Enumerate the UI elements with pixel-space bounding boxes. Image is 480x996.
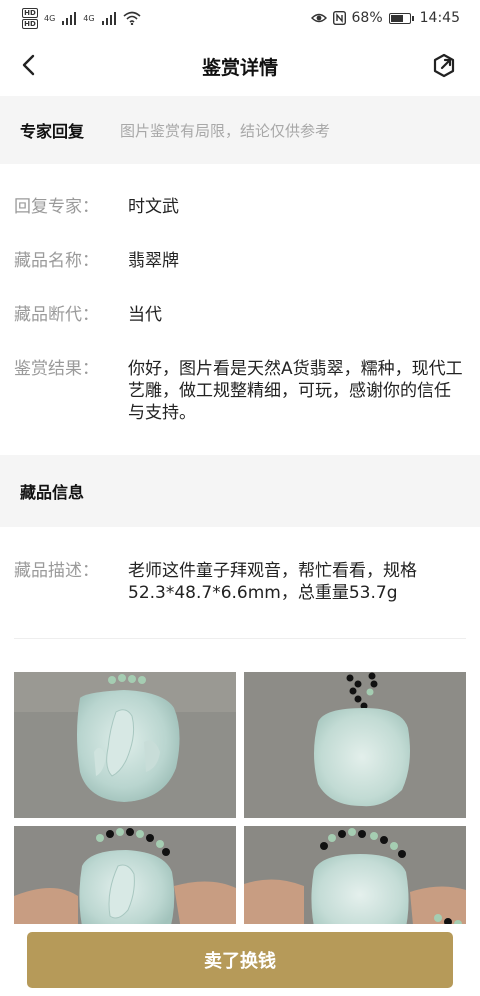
- jade-back-photo[interactable]: [244, 672, 466, 818]
- eye-icon: [310, 13, 327, 23]
- back-button[interactable]: [14, 50, 44, 80]
- jade-front-photo[interactable]: [14, 672, 236, 818]
- item-info-header: 藏品信息: [0, 455, 480, 527]
- network-type-2: 4G: [83, 13, 95, 23]
- jade-back-hand-photo[interactable]: [244, 826, 466, 936]
- bottom-action-bar: 卖了换钱: [0, 924, 480, 996]
- item-name-value: 翡翠牌: [128, 251, 179, 271]
- share-button[interactable]: [430, 52, 458, 80]
- disclaimer-note: 图片鉴赏有局限，结论仅供参考: [120, 121, 331, 140]
- result-label: 鉴赏结果：: [14, 359, 99, 379]
- description-value: 老师这件童子拜观音，帮忙看看，规格52.3*48.7*6.6mm，总重量53.7…: [128, 561, 417, 603]
- hd-badge-2: HD: [22, 18, 38, 29]
- jade-front-hand-photo[interactable]: [14, 826, 236, 936]
- battery-icon: [388, 12, 414, 24]
- nav-bar: 鉴赏详情: [0, 36, 480, 96]
- description-label: 藏品描述：: [14, 561, 99, 581]
- battery-percent: 68%: [351, 10, 383, 26]
- status-bar: HD HD 4G 4G 68% 14:45: [0, 0, 480, 36]
- network-type-1: 4G: [44, 13, 56, 23]
- item-name-label: 藏品名称：: [14, 251, 99, 271]
- result-value: 你好，图片看是天然A货翡翠，糯种，现代工艺雕，做工规整精细，可玩，感谢你的信任与…: [128, 359, 463, 423]
- wifi-icon: [123, 11, 141, 25]
- expert-value: 时文武: [128, 197, 179, 217]
- dating-label: 藏品断代：: [14, 305, 99, 325]
- expert-reply-header: 专家回复 图片鉴赏有局限，结论仅供参考: [0, 96, 480, 164]
- item-name-row: 藏品名称： 翡翠牌: [14, 250, 466, 272]
- dating-value: 当代: [128, 305, 162, 325]
- status-right: 68% 14:45: [310, 10, 460, 26]
- signal-icon: [101, 12, 116, 25]
- dating-row: 藏品断代： 当代: [14, 304, 466, 326]
- hd-indicators: HD HD: [22, 7, 38, 29]
- description-row: 藏品描述： 老师这件童子拜观音，帮忙看看，规格52.3*48.7*6.6mm，总…: [14, 560, 466, 604]
- clock: 14:45: [419, 10, 460, 26]
- expert-row: 回复专家： 时文武: [14, 196, 466, 218]
- chevron-left-icon: [22, 54, 35, 76]
- status-left: HD HD 4G 4G: [22, 7, 141, 29]
- nfc-icon: [332, 11, 346, 25]
- page-title: 鉴赏详情: [201, 56, 278, 79]
- divider: [14, 638, 466, 639]
- item-info-title: 藏品信息: [20, 483, 85, 502]
- expert-label: 回复专家：: [14, 197, 99, 217]
- result-row: 鉴赏结果： 你好，图片看是天然A货翡翠，糯种，现代工艺雕，做工规整精细，可玩，感…: [14, 358, 466, 424]
- sell-button[interactable]: 卖了换钱: [27, 932, 453, 988]
- hd-badge-1: HD: [22, 7, 38, 18]
- expert-reply-title: 专家回复: [20, 122, 85, 141]
- share-icon: [433, 53, 455, 78]
- signal-icon: [62, 12, 77, 25]
